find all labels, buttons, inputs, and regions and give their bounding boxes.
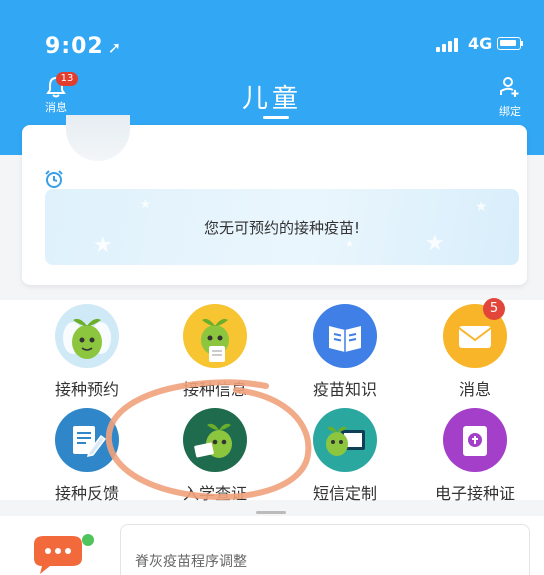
sprout-character-icon bbox=[55, 304, 119, 368]
news-headline: 脊灰疫苗程序调整 bbox=[135, 554, 247, 570]
news-card[interactable]: 脊灰疫苗程序调整 bbox=[120, 524, 530, 575]
edit-document-icon bbox=[55, 408, 119, 472]
grid-item-vaccination-info[interactable]: 接种信息 bbox=[160, 304, 270, 400]
bind-label: 绑定 bbox=[499, 105, 521, 118]
sprout-screen-icon bbox=[313, 408, 377, 472]
grid-item-enrollment-check[interactable]: 入学查证 bbox=[160, 408, 270, 504]
alarm-clock-icon bbox=[45, 170, 63, 188]
grid-item-label: 接种信息 bbox=[182, 380, 247, 399]
grid-item-appointment[interactable]: 接种预约 bbox=[32, 304, 142, 400]
bind-button[interactable]: 绑定 bbox=[492, 76, 528, 119]
status-bar: 9:02 ➚ 4G bbox=[0, 0, 544, 59]
grid-item-label: 疫苗知识 bbox=[312, 380, 377, 399]
location-arrow-icon: ➚ bbox=[107, 38, 123, 57]
messages-count-badge: 5 bbox=[483, 298, 505, 320]
grid-item-sms-subscription[interactable]: 短信定制 bbox=[290, 408, 400, 504]
sprout-certificate-icon bbox=[183, 408, 247, 472]
chat-bubble-icon bbox=[34, 534, 94, 574]
grid-item-messages[interactable]: 5 消息 bbox=[420, 298, 530, 400]
add-user-icon bbox=[500, 77, 519, 97]
appointment-card: ★ ★ ★ ★ ★ 您无可预约的接种疫苗! bbox=[22, 115, 527, 285]
function-grid: 接种预约 接种信息 疫苗知识 5 消息 接种反馈 入学查证 短信定制 电子接种证 bbox=[0, 298, 544, 503]
grid-item-feedback[interactable]: 接种反馈 bbox=[32, 408, 142, 504]
drag-handle[interactable] bbox=[256, 511, 286, 514]
grid-item-e-certificate[interactable]: 电子接种证 bbox=[420, 408, 530, 504]
status-time-group: 9:02 ➚ bbox=[45, 34, 122, 59]
status-time: 9:02 bbox=[45, 34, 104, 59]
grid-item-label: 接种预约 bbox=[54, 380, 119, 399]
grid-item-vaccine-knowledge[interactable]: 疫苗知识 bbox=[290, 304, 400, 400]
grid-item-label: 电子接种证 bbox=[434, 484, 515, 503]
book-icon bbox=[313, 304, 377, 368]
news-section: 脊灰疫苗程序调整 bbox=[0, 516, 544, 575]
page-title: 儿童 bbox=[241, 84, 302, 114]
sprout-document-icon bbox=[183, 304, 247, 368]
grid-item-label: 消息 bbox=[458, 380, 491, 399]
appointment-message: 您无可预约的接种疫苗! bbox=[203, 219, 360, 237]
appointment-notice: ★ ★ ★ ★ ★ 您无可预约的接种疫苗! bbox=[45, 189, 519, 265]
app-screen: 9:02 ➚ 4G 13 消息 儿童 绑定 ★ ★ ★ ★ ★ 您无可预约的接种… bbox=[0, 0, 544, 575]
title-underline bbox=[263, 116, 289, 119]
grid-item-label: 短信定制 bbox=[312, 484, 377, 503]
avatar bbox=[66, 115, 130, 161]
network-type: 4G bbox=[468, 34, 493, 53]
certificate-badge-icon bbox=[443, 408, 507, 472]
grid-item-label: 接种反馈 bbox=[54, 484, 119, 503]
battery-icon bbox=[497, 37, 523, 50]
signal-icon bbox=[436, 38, 462, 52]
grid-item-label: 入学查证 bbox=[182, 484, 247, 503]
envelope-icon: 5 bbox=[443, 298, 507, 368]
